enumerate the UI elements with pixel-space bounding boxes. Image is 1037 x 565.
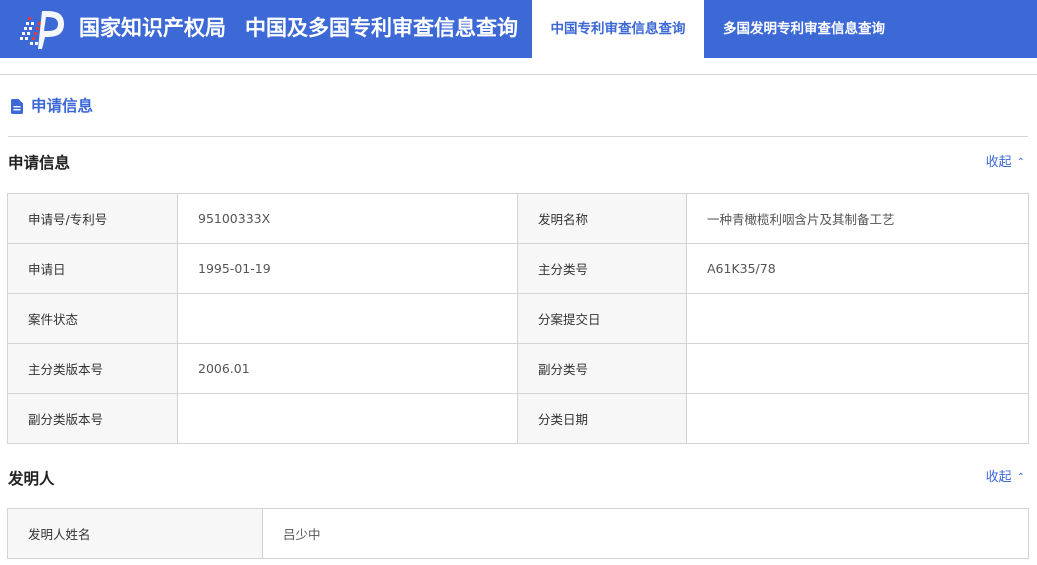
collapse-application-button[interactable]: 收起 ⌃ <box>986 153 1025 173</box>
collapse-inventor-button[interactable]: 收起 ⌃ <box>986 468 1025 488</box>
field-label: 主分类版本号 <box>7 343 178 394</box>
system-name: 中国及多国专利审查信息查询 <box>245 16 518 40</box>
table-row: 主分类版本号 2006.01 副分类号 <box>7 343 1029 394</box>
field-value <box>686 343 1029 394</box>
field-value <box>686 293 1029 344</box>
field-label: 分类日期 <box>517 393 687 444</box>
field-value: 一种青橄榄利咽含片及其制备工艺 <box>686 193 1029 244</box>
field-label: 发明人姓名 <box>7 508 263 559</box>
application-info-table: 申请号/专利号 95100333X 发明名称 一种青橄榄利咽含片及其制备工艺 申… <box>7 193 1029 444</box>
tab-multi-country-patent-query[interactable]: 多国发明专利审查信息查询 <box>704 0 904 58</box>
field-value: 2006.01 <box>177 343 518 394</box>
cnipa-logo-icon <box>20 11 64 49</box>
table-row: 案件状态 分案提交日 <box>7 293 1029 344</box>
section-title-application: 申请信息 <box>8 154 71 172</box>
chevron-up-icon: ⌃ <box>1016 157 1025 168</box>
page-title-text: 申请信息 <box>31 97 94 115</box>
collapse-label: 收起 <box>985 470 1012 485</box>
field-value: 1995-01-19 <box>177 243 518 294</box>
header-bar: 国家知识产权局 中国及多国专利审查信息查询 中国专利审查信息查询 多国发明专利审… <box>0 0 1037 58</box>
divider <box>0 74 1037 75</box>
table-row: 申请日 1995-01-19 主分类号 A61K35/78 <box>7 243 1029 294</box>
table-row: 副分类版本号 分类日期 <box>7 393 1029 444</box>
field-label: 发明名称 <box>517 193 687 244</box>
document-icon <box>11 99 23 114</box>
field-label: 分案提交日 <box>517 293 687 344</box>
table-row: 申请号/专利号 95100333X 发明名称 一种青橄榄利咽含片及其制备工艺 <box>7 193 1029 244</box>
field-value: 吕少中 <box>262 508 1029 559</box>
collapse-label: 收起 <box>985 155 1012 170</box>
chevron-up-icon: ⌃ <box>1016 472 1025 483</box>
field-label: 申请号/专利号 <box>7 193 178 244</box>
field-label: 申请日 <box>7 243 178 294</box>
field-label: 案件状态 <box>7 293 178 344</box>
field-value <box>177 393 518 444</box>
tab-china-patent-query[interactable]: 中国专利审查信息查询 <box>532 0 704 58</box>
field-value <box>177 293 518 344</box>
table-row: 发明人姓名 吕少中 <box>7 508 1029 559</box>
field-label: 主分类号 <box>517 243 687 294</box>
field-label: 副分类号 <box>517 343 687 394</box>
field-label: 副分类版本号 <box>7 393 178 444</box>
inventor-info-table: 发明人姓名 吕少中 <box>7 508 1029 559</box>
field-value <box>686 393 1029 444</box>
field-value: A61K35/78 <box>686 243 1029 294</box>
org-name: 国家知识产权局 <box>79 16 226 40</box>
divider <box>8 136 1028 137</box>
field-value: 95100333X <box>177 193 518 244</box>
section-title-inventor: 发明人 <box>8 470 55 488</box>
